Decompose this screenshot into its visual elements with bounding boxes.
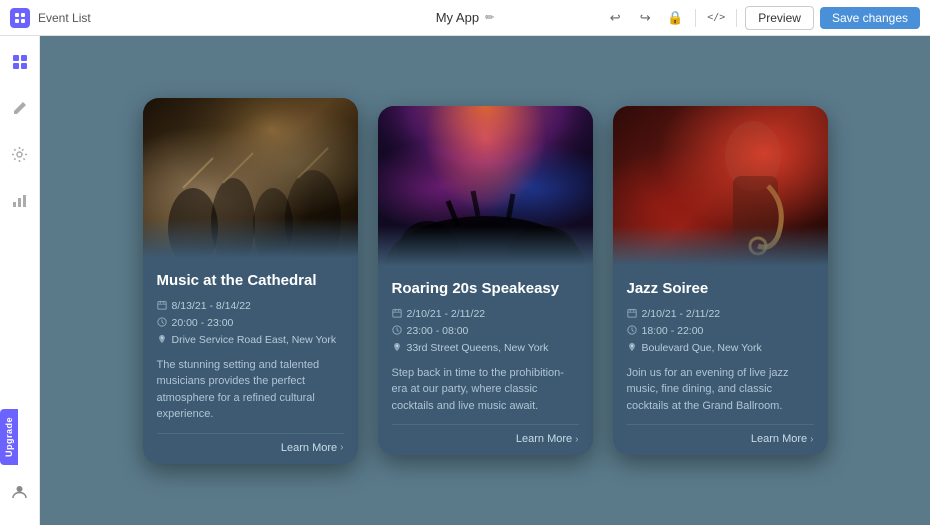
sidebar-item-grid[interactable] xyxy=(6,48,34,76)
lock-button[interactable]: 🔒 xyxy=(663,6,687,30)
topbar-actions: ↩ ↪ 🔒 </> Preview Save changes xyxy=(603,6,920,30)
chevron-right-icon-2: › xyxy=(575,434,578,445)
card-time-text-3: 18:00 - 22:00 xyxy=(642,325,704,337)
card-meta-2: 2/10/21 - 2/11/22 23:00 - 08:00 33rd Str… xyxy=(392,308,579,355)
card-footer-2: Learn More › xyxy=(392,424,579,445)
learn-more-button-2[interactable]: Learn More › xyxy=(516,433,579,445)
event-card-music-cathedral[interactable]: Music at the Cathedral 8/13/21 - 8/14/22… xyxy=(143,98,358,464)
card-location-1: Drive Service Road East, New York xyxy=(157,334,344,347)
preview-button[interactable]: Preview xyxy=(745,6,814,30)
card-meta-1: 8/13/21 - 8/14/22 20:00 - 23:00 Drive Se… xyxy=(157,300,344,347)
upgrade-tab[interactable]: Upgrade xyxy=(0,409,18,465)
learn-more-button-1[interactable]: Learn More › xyxy=(281,442,344,454)
card-description-2: Step back in time to the prohibition-era… xyxy=(392,365,579,415)
card-body-2: Roaring 20s Speakeasy 2/10/21 - 2/11/22 … xyxy=(378,266,593,456)
card-image-overlay-3 xyxy=(613,226,828,266)
topbar-divider2 xyxy=(736,9,737,27)
card-image-orchestra xyxy=(143,98,358,258)
card-image-jazz xyxy=(613,106,828,266)
topbar-center: My App ✏ xyxy=(436,10,495,25)
breadcrumb-label: Event List xyxy=(38,11,91,25)
card-date-3: 2/10/21 - 2/11/22 xyxy=(627,308,814,321)
clock-icon-2 xyxy=(392,325,402,338)
card-time-1: 20:00 - 23:00 xyxy=(157,317,344,330)
card-description-3: Join us for an evening of live jazz musi… xyxy=(627,365,814,415)
card-title-3: Jazz Soiree xyxy=(627,280,814,298)
learn-more-button-3[interactable]: Learn More › xyxy=(751,433,814,445)
topbar-left: Event List xyxy=(10,8,91,28)
app-name-edit-icon[interactable]: ✏ xyxy=(485,11,494,24)
app-name-label: My App xyxy=(436,10,479,25)
card-title-2: Roaring 20s Speakeasy xyxy=(392,280,579,298)
card-description-1: The stunning setting and talented musici… xyxy=(157,357,344,423)
card-title-1: Music at the Cathedral xyxy=(157,272,344,290)
code-button[interactable]: </> xyxy=(704,6,728,30)
redo-button[interactable]: ↪ xyxy=(633,6,657,30)
card-time-text-1: 20:00 - 23:00 xyxy=(172,317,234,329)
card-image-club xyxy=(378,106,593,266)
topbar-divider xyxy=(695,9,696,27)
card-location-2: 33rd Street Queens, New York xyxy=(392,342,579,355)
card-footer-3: Learn More › xyxy=(627,424,814,445)
card-body-3: Jazz Soiree 2/10/21 - 2/11/22 18:00 - 22… xyxy=(613,266,828,456)
card-date-2: 2/10/21 - 2/11/22 xyxy=(392,308,579,321)
sidebar-item-settings[interactable] xyxy=(6,140,34,168)
save-button[interactable]: Save changes xyxy=(820,7,920,29)
card-meta-3: 2/10/21 - 2/11/22 18:00 - 22:00 Boulevar… xyxy=(627,308,814,355)
card-time-2: 23:00 - 08:00 xyxy=(392,325,579,338)
location-icon-1 xyxy=(157,334,167,347)
clock-icon-1 xyxy=(157,317,167,330)
card-body-1: Music at the Cathedral 8/13/21 - 8/14/22… xyxy=(143,258,358,464)
card-image-overlay xyxy=(143,218,358,258)
card-location-text-3: Boulevard Que, New York xyxy=(642,342,762,354)
card-location-text-2: 33rd Street Queens, New York xyxy=(407,342,549,354)
card-image-overlay-2 xyxy=(378,226,593,266)
sidebar-bottom xyxy=(6,477,34,513)
sidebar-item-edit[interactable] xyxy=(6,94,34,122)
main-layout: Upgrade xyxy=(0,36,930,525)
learn-more-label-1: Learn More xyxy=(281,442,337,454)
learn-more-label-2: Learn More xyxy=(516,433,572,445)
card-location-3: Boulevard Que, New York xyxy=(627,342,814,355)
card-date-text-1: 8/13/21 - 8/14/22 xyxy=(172,300,251,312)
canvas-area: Music at the Cathedral 8/13/21 - 8/14/22… xyxy=(40,36,930,525)
sidebar-item-analytics[interactable] xyxy=(6,186,34,214)
topbar: Event List My App ✏ ↩ ↪ 🔒 </> Preview Sa… xyxy=(0,0,930,36)
card-time-3: 18:00 - 22:00 xyxy=(627,325,814,338)
event-card-jazz-soiree[interactable]: Jazz Soiree 2/10/21 - 2/11/22 18:00 - 22… xyxy=(613,106,828,456)
sidebar-item-user[interactable] xyxy=(6,477,34,505)
calendar-icon-1 xyxy=(157,300,167,313)
app-logo xyxy=(10,8,30,28)
card-footer-1: Learn More › xyxy=(157,433,344,454)
clock-icon-3 xyxy=(627,325,637,338)
location-icon-2 xyxy=(392,342,402,355)
chevron-right-icon-1: › xyxy=(340,442,343,453)
location-icon-3 xyxy=(627,342,637,355)
card-date-text-3: 2/10/21 - 2/11/22 xyxy=(642,308,721,320)
event-card-roaring-20s[interactable]: Roaring 20s Speakeasy 2/10/21 - 2/11/22 … xyxy=(378,106,593,456)
card-location-text-1: Drive Service Road East, New York xyxy=(172,334,337,346)
calendar-icon-3 xyxy=(627,308,637,321)
learn-more-label-3: Learn More xyxy=(751,433,807,445)
chevron-right-icon-3: › xyxy=(810,434,813,445)
card-date-text-2: 2/10/21 - 2/11/22 xyxy=(407,308,486,320)
sidebar: Upgrade xyxy=(0,36,40,525)
undo-button[interactable]: ↩ xyxy=(603,6,627,30)
card-time-text-2: 23:00 - 08:00 xyxy=(407,325,469,337)
calendar-icon-2 xyxy=(392,308,402,321)
card-date-1: 8/13/21 - 8/14/22 xyxy=(157,300,344,313)
